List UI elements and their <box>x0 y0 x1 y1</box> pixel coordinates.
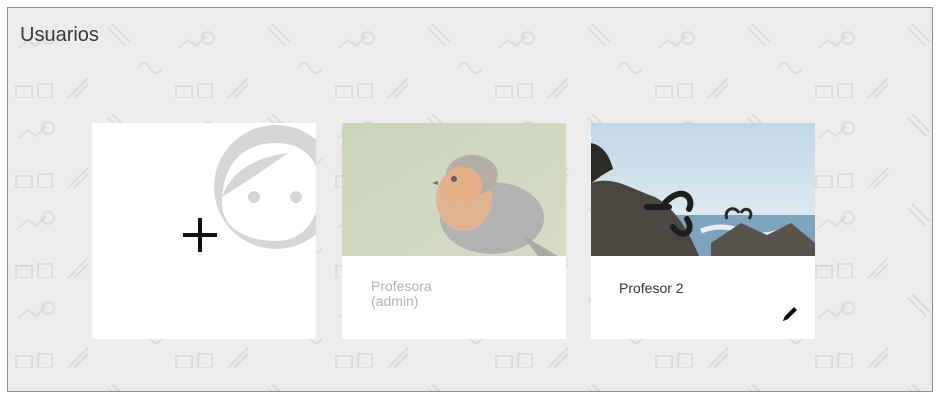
user-name: Profesor 2 <box>619 280 684 296</box>
robin-bird-photo <box>342 123 566 256</box>
user-card[interactable]: Profesor 2 <box>591 123 815 339</box>
users-panel: Usuarios Profesora (admin) Profesor 2 <box>7 7 933 392</box>
page-title: Usuarios <box>20 24 99 46</box>
pencil-icon[interactable] <box>779 303 801 325</box>
plus-icon <box>183 218 217 252</box>
user-name: Profesora (admin) <box>371 278 432 309</box>
add-user-card[interactable] <box>92 123 316 339</box>
seaside-sculpture-photo <box>591 123 815 256</box>
user-card[interactable]: Profesora (admin) <box>342 123 566 339</box>
